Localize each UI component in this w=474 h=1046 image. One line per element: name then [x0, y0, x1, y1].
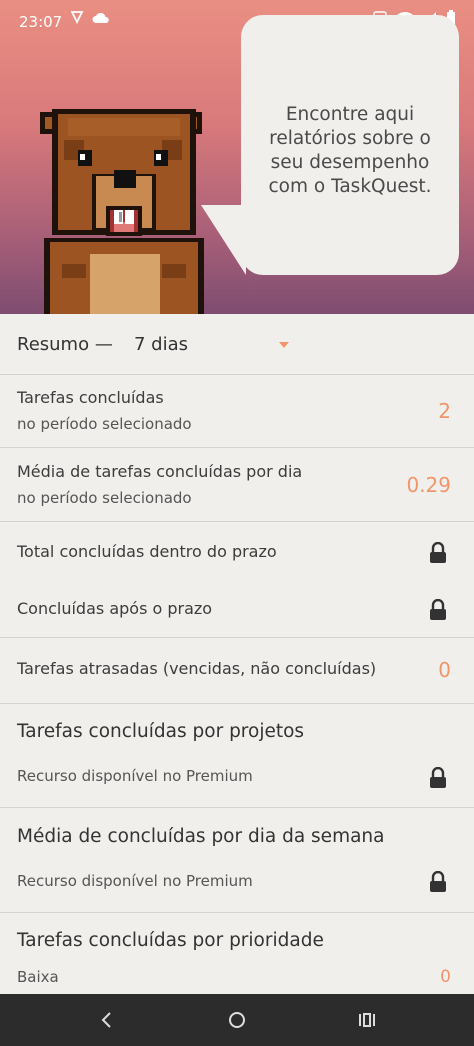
vpn-icon — [70, 10, 84, 28]
deadline-stats-group: Total concluídas dentro do prazo Concluí… — [0, 522, 474, 638]
completed-tasks-sub: no período selecionado — [17, 415, 192, 433]
priority-low-value: 0 — [440, 967, 451, 987]
overdue-tasks-row: Tarefas atrasadas (vencidas, não concluí… — [0, 638, 474, 704]
after-deadline-label: Concluídas após o prazo — [17, 599, 213, 618]
summary-period-selector[interactable]: Resumo — 7 dias — [0, 314, 474, 375]
by-priority-title: Tarefas concluídas por prioridade — [17, 930, 324, 951]
completed-tasks-label: Tarefas concluídas — [17, 388, 164, 407]
status-time: 23:07 — [19, 13, 63, 31]
reports-list: Resumo — 7 dias Tarefas concluídas no pe… — [0, 314, 474, 1003]
recent-apps-icon[interactable] — [355, 1008, 379, 1032]
system-navigation-bar — [0, 994, 474, 1046]
by-weekday-premium-note: Recurso disponível no Premium — [17, 872, 253, 890]
by-weekday-title: Média de concluídas por dia da semana — [17, 826, 385, 847]
average-per-day-label: Média de tarefas concluídas por dia — [17, 462, 303, 481]
completed-tasks-row: Tarefas concluídas no período selecionad… — [0, 375, 474, 448]
by-project-section: Tarefas concluídas por projetos Recurso … — [0, 704, 474, 808]
back-icon[interactable] — [95, 1008, 119, 1032]
by-project-premium-note: Recurso disponível no Premium — [17, 767, 253, 785]
speech-bubble-tail — [201, 205, 246, 275]
lock-icon[interactable] — [429, 767, 447, 789]
lock-icon[interactable] — [429, 599, 447, 621]
average-per-day-value: 0.29 — [406, 473, 451, 497]
average-per-day-row: Média de tarefas concluídas por dia no p… — [0, 448, 474, 522]
dropdown-arrow-icon — [279, 342, 289, 348]
hero-header: 23:07 Encontre aqui relatórios sobre o s… — [0, 0, 474, 314]
completed-tasks-value: 2 — [438, 399, 451, 423]
beaver-mascot-image — [34, 104, 214, 314]
overdue-tasks-label: Tarefas atrasadas (vencidas, não concluí… — [17, 659, 377, 678]
by-weekday-section: Média de concluídas por dia da semana Re… — [0, 808, 474, 913]
cloud-icon — [92, 10, 110, 28]
by-project-title: Tarefas concluídas por projetos — [17, 721, 305, 742]
on-time-label: Total concluídas dentro do prazo — [17, 542, 277, 561]
priority-low-label: Baixa — [17, 968, 59, 986]
speech-bubble-text: Encontre aqui relatórios sobre o seu des… — [268, 104, 432, 197]
overdue-tasks-value: 0 — [438, 658, 451, 682]
lock-icon[interactable] — [429, 542, 447, 564]
summary-label: Resumo — — [17, 334, 113, 355]
home-icon[interactable] — [225, 1008, 249, 1032]
lock-icon[interactable] — [429, 871, 447, 893]
speech-bubble: Encontre aqui relatórios sobre o seu des… — [241, 15, 459, 275]
summary-period-value: 7 dias — [134, 334, 189, 355]
by-priority-section: Tarefas concluídas por prioridade Baixa … — [0, 913, 474, 1003]
average-per-day-sub: no período selecionado — [17, 489, 192, 507]
